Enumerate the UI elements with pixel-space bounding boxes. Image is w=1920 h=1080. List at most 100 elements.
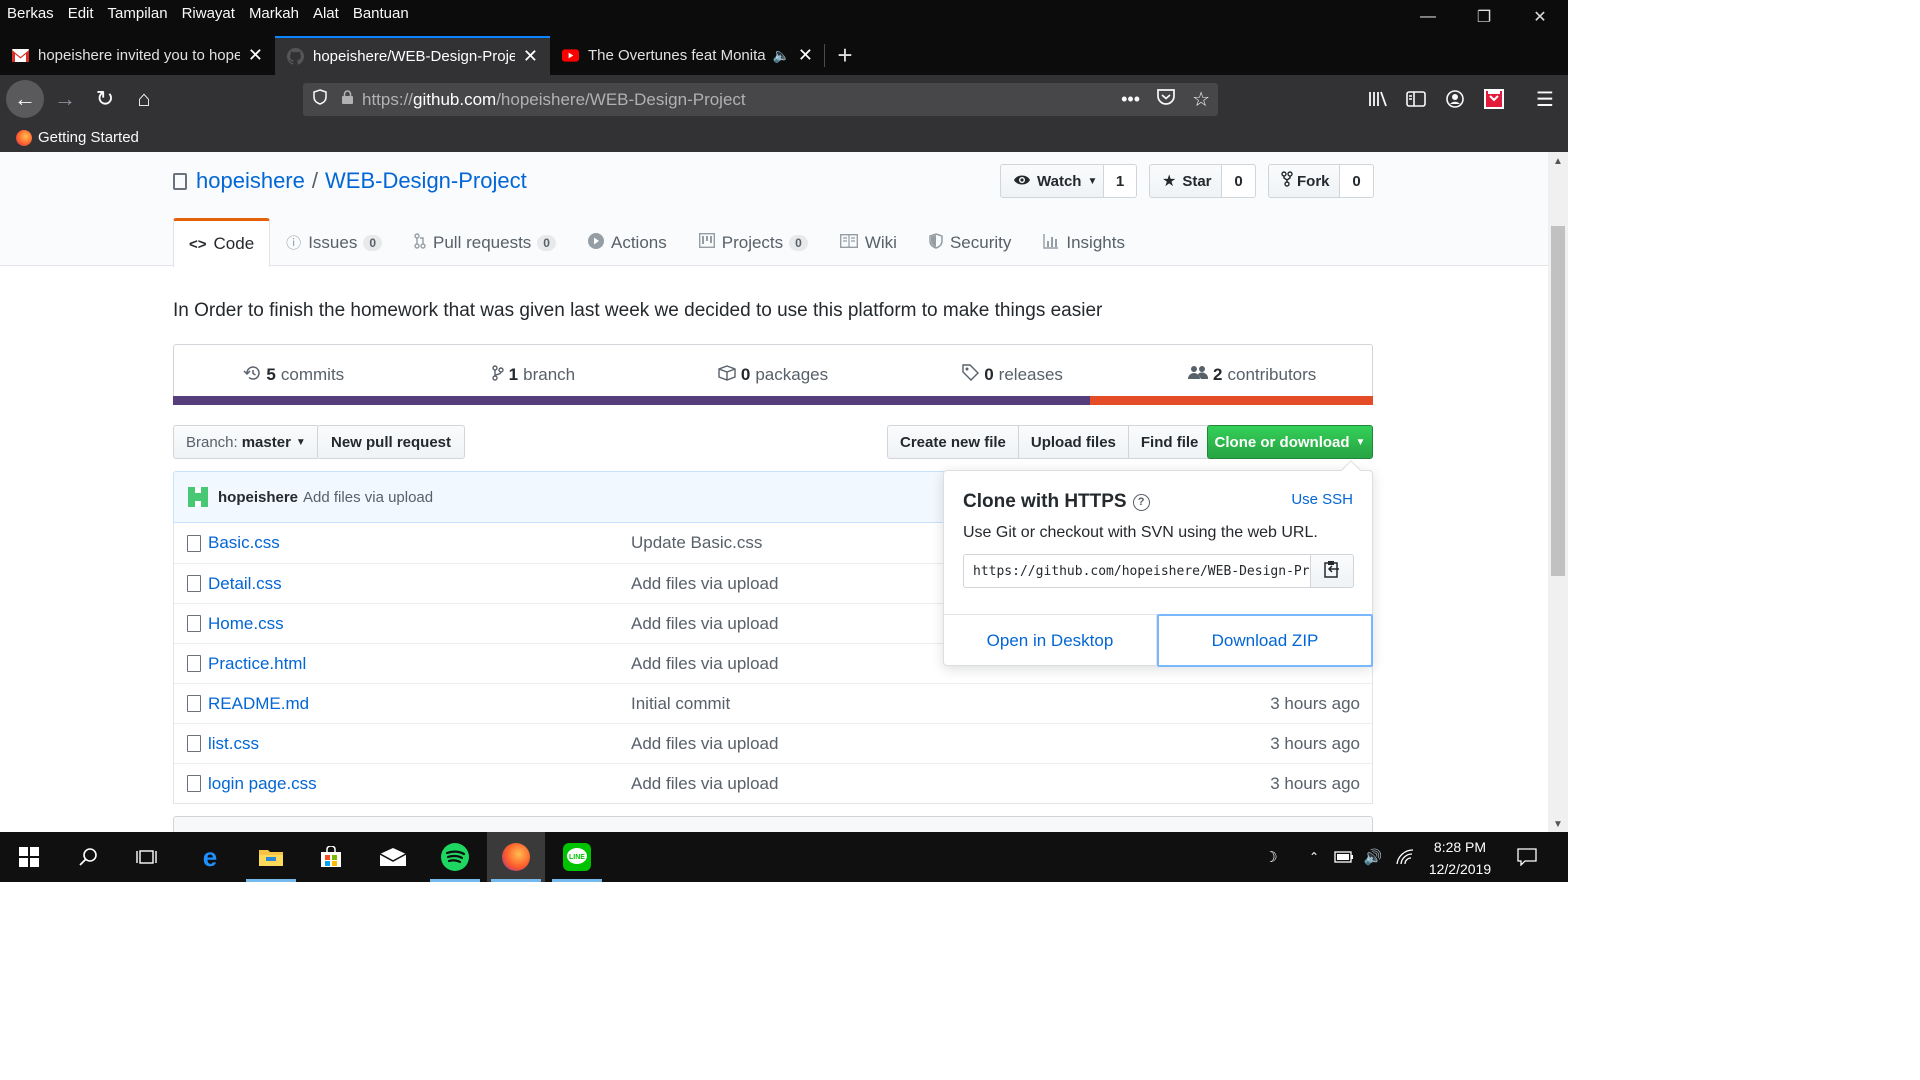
new-pull-request-button[interactable]: New pull request <box>317 425 466 459</box>
file-name-link[interactable]: Basic.css <box>208 533 618 553</box>
menu-bantuan[interactable]: Bantuan <box>346 5 416 22</box>
tab-actions[interactable]: Actions <box>572 218 683 266</box>
file-name-link[interactable]: list.css <box>208 734 618 754</box>
clone-or-download-button[interactable]: Clone or download ▼ <box>1207 425 1373 459</box>
branch-select-button[interactable]: Branch: master ▼ <box>173 425 319 459</box>
chevron-up-icon[interactable]: ⌃ <box>1302 832 1326 882</box>
open-in-desktop-button[interactable]: Open in Desktop <box>944 615 1157 666</box>
battery-icon[interactable] <box>1332 832 1356 882</box>
menu-riwayat[interactable]: Riwayat <box>175 5 242 22</box>
file-name-link[interactable]: Home.css <box>208 614 618 634</box>
repo-owner-link[interactable]: hopeishere <box>196 168 305 194</box>
fork-count[interactable]: 0 <box>1340 164 1374 198</box>
store-icon[interactable] <box>302 832 360 882</box>
search-icon[interactable] <box>60 832 118 882</box>
use-ssh-link[interactable]: Use SSH <box>1291 491 1353 508</box>
fork-button[interactable]: Fork <box>1268 164 1340 198</box>
avatar[interactable] <box>188 487 208 507</box>
task-view-icon[interactable] <box>118 832 176 882</box>
menu-edit[interactable]: Edit <box>61 5 101 22</box>
scroll-down-icon[interactable]: ▼ <box>1548 819 1568 830</box>
page-actions-icon[interactable]: ••• <box>1121 89 1140 110</box>
menu-markah[interactable]: Markah <box>242 5 306 22</box>
system-clock[interactable]: 8:28 PM 12/2/2019 <box>1418 836 1502 880</box>
scroll-up-icon[interactable]: ▲ <box>1548 156 1568 167</box>
create-new-file-button[interactable]: Create new file <box>887 425 1019 459</box>
file-name-link[interactable]: Practice.html <box>208 654 618 674</box>
file-explorer-icon[interactable] <box>242 832 300 882</box>
file-commit-message[interactable]: Add files via upload <box>631 654 778 674</box>
language-bar[interactable] <box>173 396 1373 405</box>
file-commit-message[interactable]: Add files via upload <box>631 614 778 634</box>
bookmark-getting-started[interactable]: Getting Started <box>38 129 139 146</box>
commit-message[interactable]: Add files via upload <box>303 489 433 506</box>
sidebar-icon[interactable] <box>1402 86 1430 112</box>
forward-button[interactable]: → <box>46 80 84 118</box>
menu-alat[interactable]: Alat <box>306 5 346 22</box>
tab-insights[interactable]: Insights <box>1027 218 1141 266</box>
page-scrollbar[interactable]: ▲ ▼ <box>1548 152 1568 832</box>
restore-button[interactable]: ❐ <box>1456 0 1512 34</box>
url-bar[interactable]: https://github.com/hopeishere/WEB-Design… <box>303 83 1218 116</box>
hamburger-menu-icon[interactable]: ☰ <box>1531 86 1559 112</box>
close-window-button[interactable]: ✕ <box>1512 0 1568 34</box>
library-icon[interactable] <box>1364 86 1392 112</box>
shield-icon[interactable] <box>313 89 327 110</box>
download-zip-button[interactable]: Download ZIP <box>1157 614 1373 667</box>
scrollbar-thumb[interactable] <box>1551 226 1565 576</box>
back-button[interactable]: ← <box>6 80 44 118</box>
home-button[interactable]: ⌂ <box>125 80 163 118</box>
star-bookmark-icon[interactable]: ☆ <box>1192 87 1210 112</box>
menu-tampilan[interactable]: Tampilan <box>101 5 175 22</box>
star-button[interactable]: ★ Star <box>1149 164 1222 198</box>
tab-security[interactable]: Security <box>913 218 1027 266</box>
mail-icon[interactable] <box>364 832 422 882</box>
tab-youtube[interactable]: The Overtunes feat Monita 🔈 ✕ <box>550 36 825 75</box>
tab-code[interactable]: <> Code <box>173 218 271 267</box>
tab-github[interactable]: hopeishere/WEB-Design-Projec ✕ <box>275 36 550 75</box>
file-commit-message[interactable]: Update Basic.css <box>631 533 762 553</box>
notifications-icon[interactable] <box>1512 832 1542 882</box>
firefox-taskbar-icon[interactable] <box>487 832 545 882</box>
pocket-extension-icon[interactable] <box>1480 86 1508 112</box>
copy-to-clipboard-button[interactable] <box>1310 554 1354 588</box>
tab-wiki[interactable]: Wiki <box>824 218 913 266</box>
upload-files-button[interactable]: Upload files <box>1017 425 1129 459</box>
lock-icon[interactable] <box>341 89 354 110</box>
file-commit-message[interactable]: Add files via upload <box>631 774 778 794</box>
file-name-link[interactable]: Detail.css <box>208 574 618 594</box>
menu-berkas[interactable]: Berkas <box>0 5 61 22</box>
watch-count[interactable]: 1 <box>1104 164 1137 198</box>
close-tab-icon[interactable]: ✕ <box>798 45 813 66</box>
file-commit-message[interactable]: Initial commit <box>631 694 730 714</box>
commit-author[interactable]: hopeishere <box>218 489 298 506</box>
people-tray-icon[interactable]: ☽ <box>1254 832 1288 882</box>
minimize-button[interactable]: — <box>1400 0 1456 34</box>
new-tab-button[interactable]: + <box>825 36 865 75</box>
edge-icon[interactable]: e <box>181 832 239 882</box>
volume-icon[interactable]: 🔊 <box>1360 832 1386 882</box>
line-icon[interactable]: LINE <box>548 832 606 882</box>
tab-projects[interactable]: Projects 0 <box>683 218 824 266</box>
tab-gmail[interactable]: hopeishere invited you to hope ✕ <box>0 36 275 75</box>
repo-name-link[interactable]: WEB-Design-Project <box>325 168 527 194</box>
tab-issues[interactable]: ⓘ Issues 0 <box>270 218 398 266</box>
tab-pull-requests[interactable]: Pull requests 0 <box>398 218 572 266</box>
file-commit-message[interactable]: Add files via upload <box>631 574 778 594</box>
file-commit-message[interactable]: Add files via upload <box>631 734 778 754</box>
file-name-link[interactable]: login page.css <box>208 774 618 794</box>
account-icon[interactable] <box>1441 86 1469 112</box>
pocket-icon[interactable] <box>1156 88 1176 111</box>
question-icon[interactable]: ? <box>1132 493 1150 511</box>
start-button[interactable] <box>0 832 58 882</box>
watch-button[interactable]: Watch ▼ <box>1000 164 1104 198</box>
file-name-link[interactable]: README.md <box>208 694 618 714</box>
reload-button[interactable]: ↻ <box>86 80 124 118</box>
speaker-icon[interactable]: 🔈 <box>772 47 789 64</box>
find-file-button[interactable]: Find file <box>1127 425 1212 459</box>
close-tab-icon[interactable]: ✕ <box>523 46 538 67</box>
star-count[interactable]: 0 <box>1222 164 1256 198</box>
clone-url-input[interactable]: https://github.com/hopeishere/WEB-Design… <box>963 554 1311 588</box>
wifi-icon[interactable] <box>1392 832 1418 882</box>
spotify-icon[interactable] <box>426 832 484 882</box>
